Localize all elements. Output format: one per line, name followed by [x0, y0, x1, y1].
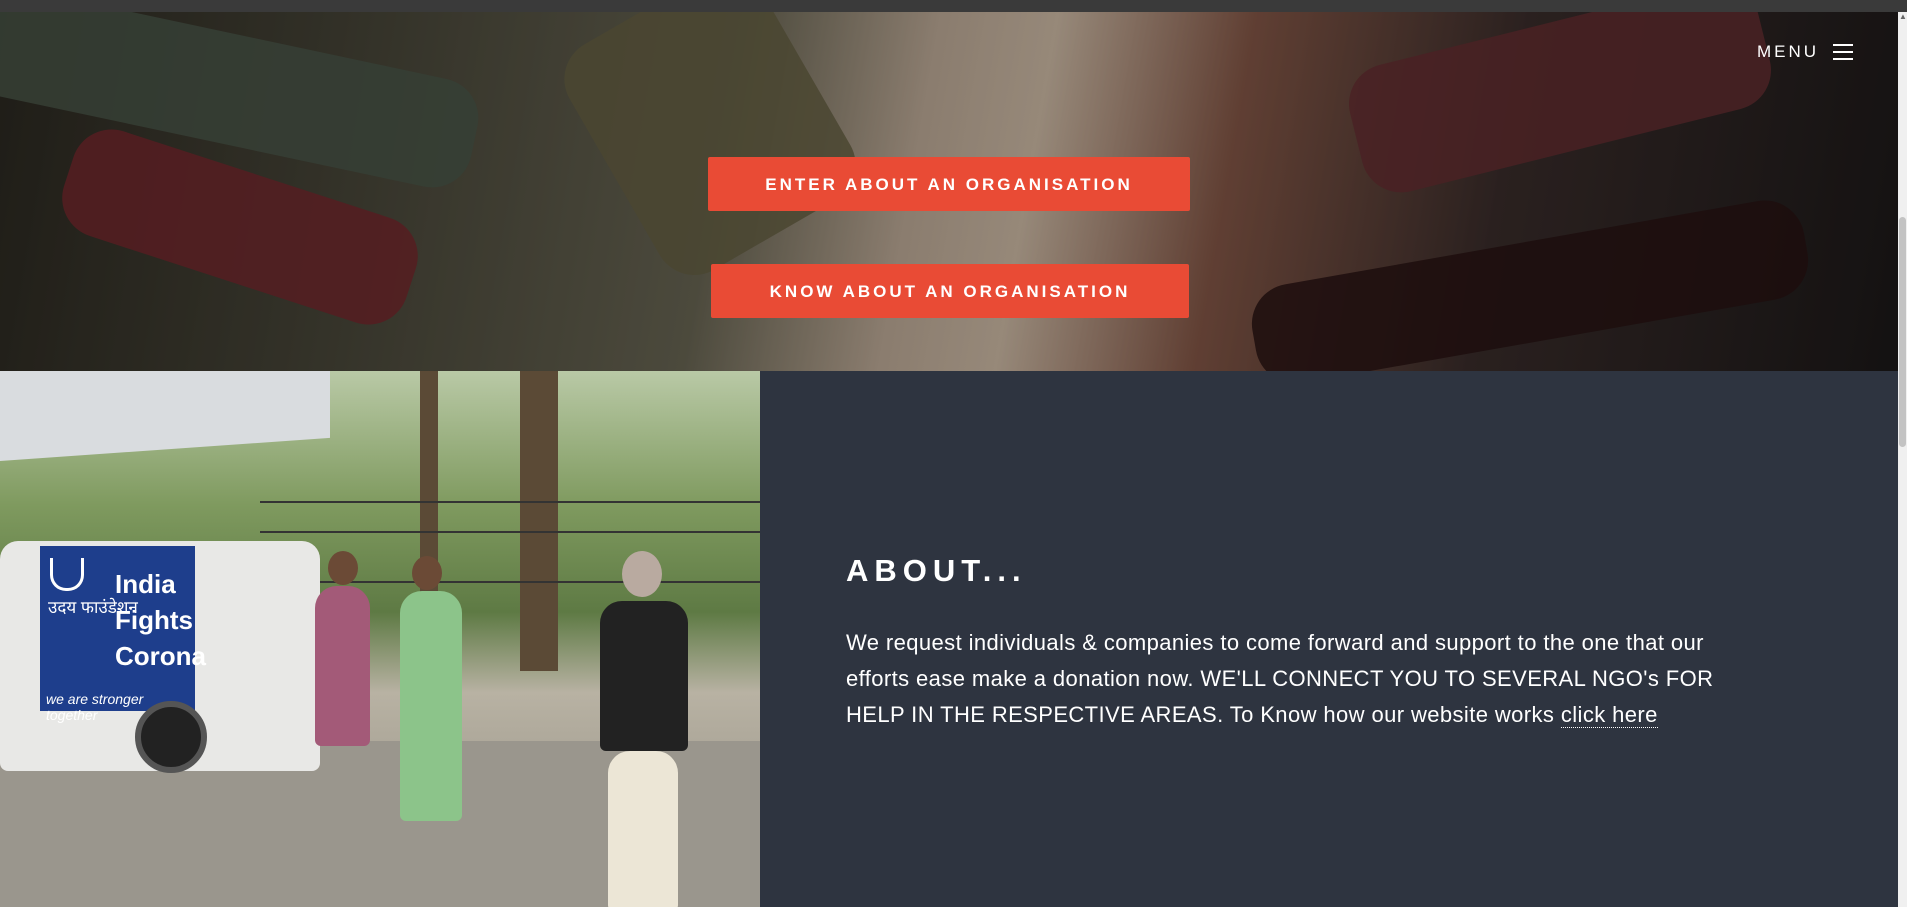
- page-scrollbar[interactable]: ▲: [1898, 12, 1907, 907]
- menu-button[interactable]: MENU: [1757, 42, 1853, 62]
- about-section: ABOUT... We request individuals & compan…: [760, 371, 1898, 907]
- know-organisation-button[interactable]: KNOW ABOUT AN ORGANISATION: [711, 264, 1189, 318]
- photo-canopy: [0, 371, 330, 461]
- banner-title: India Fights Corona: [115, 569, 206, 671]
- menu-label: MENU: [1756, 42, 1819, 61]
- hamburger-icon: [1833, 44, 1853, 60]
- scrollbar-thumb[interactable]: [1899, 217, 1906, 447]
- click-here-link[interactable]: click here: [1560, 702, 1658, 728]
- photo-person-head: [328, 551, 358, 585]
- van-wheel: [135, 701, 207, 773]
- browser-top-strip: [0, 0, 1907, 12]
- photo-person: [315, 586, 370, 746]
- foundation-logo-icon: [50, 558, 84, 591]
- photo-tree: [520, 371, 558, 671]
- photo-person: [400, 591, 462, 821]
- photo-person-head: [622, 551, 662, 597]
- scroll-up-icon[interactable]: ▲: [1899, 12, 1907, 21]
- enter-organisation-button[interactable]: ENTER ABOUT AN ORGANISATION: [708, 157, 1190, 211]
- about-text: We request individuals & companies to co…: [846, 625, 1716, 733]
- about-heading: ABOUT...: [846, 553, 1027, 588]
- photo-person-head: [412, 556, 442, 590]
- photo-fence: [260, 501, 760, 503]
- van-banner: उदय फाउंडेशन India Fights Corona we are …: [40, 546, 206, 723]
- photo-person: [600, 601, 688, 751]
- relief-photo: उदय फाउंडेशन India Fights Corona we are …: [0, 371, 760, 907]
- photo-person: [608, 751, 678, 907]
